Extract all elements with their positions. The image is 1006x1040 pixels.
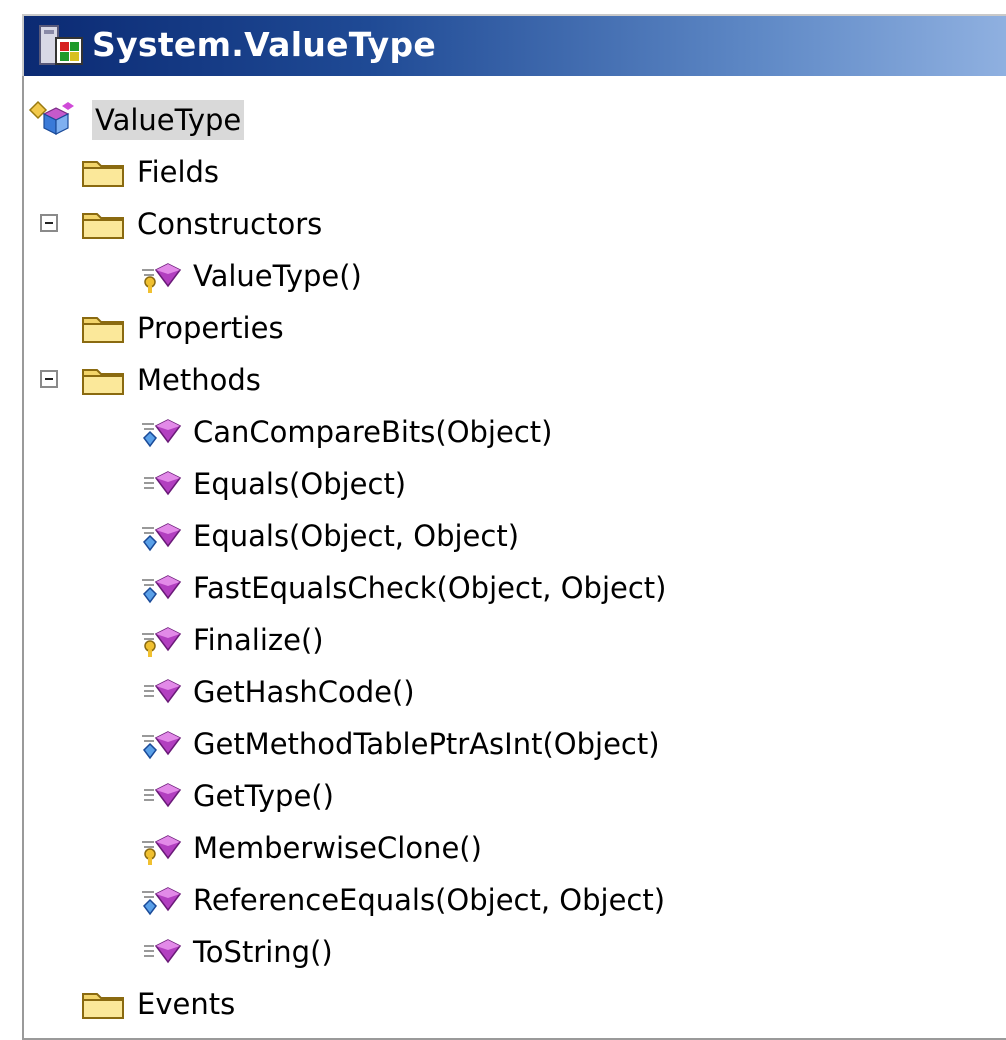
member-tree[interactable]: ValueType Fields Constructors ValueType(…	[22, 76, 1006, 1040]
method-label: GetType()	[193, 779, 334, 813]
tree-item-ctor-valuetype[interactable]: ValueType()	[140, 250, 365, 302]
collapse-methods-toggle[interactable]	[40, 370, 58, 388]
folder-label-constructors: Constructors	[137, 207, 323, 241]
protected-method-icon	[142, 835, 182, 865]
method-label: ToString()	[193, 935, 333, 969]
public-method-icon	[144, 471, 182, 496]
method-label: MemberwiseClone()	[193, 831, 482, 865]
ctor-label: ValueType()	[193, 259, 362, 293]
tree-item-method[interactable]: CanCompareBits(Object)	[140, 406, 555, 458]
method-label: Finalize()	[193, 623, 324, 657]
public-method-icon	[144, 783, 182, 808]
tree-root-valuetype[interactable]: ValueType	[28, 94, 245, 146]
folder-label-events: Events	[137, 987, 236, 1021]
title-bar[interactable]: System.ValueType	[22, 14, 1006, 76]
static-method-icon	[142, 523, 182, 552]
method-label: FastEqualsCheck(Object, Object)	[193, 571, 667, 605]
tree-folder-constructors[interactable]: Constructors	[80, 198, 325, 250]
tree-item-method[interactable]: ToString()	[140, 926, 336, 978]
folder-icon	[82, 369, 124, 395]
static-method-icon	[142, 419, 182, 448]
tree-folder-events[interactable]: Events	[80, 978, 238, 1030]
tree-item-method[interactable]: GetMethodTablePtrAsInt(Object)	[140, 718, 663, 770]
method-label: Equals(Object, Object)	[193, 519, 520, 553]
public-method-icon	[144, 679, 182, 704]
tree-item-method[interactable]: MemberwiseClone()	[140, 822, 485, 874]
tree-item-method[interactable]: GetHashCode()	[140, 666, 418, 718]
static-method-icon	[142, 731, 182, 760]
protected-method-icon	[142, 263, 182, 293]
tree-item-method[interactable]: FastEqualsCheck(Object, Object)	[140, 562, 670, 614]
tree-folder-methods[interactable]: Methods	[80, 354, 264, 406]
method-label: CanCompareBits(Object)	[193, 415, 553, 449]
folder-icon	[82, 213, 124, 239]
tree-item-method[interactable]: ReferenceEquals(Object, Object)	[140, 874, 668, 926]
tree-item-method[interactable]: Finalize()	[140, 614, 327, 666]
folder-icon	[82, 317, 124, 343]
folder-label-properties: Properties	[137, 311, 284, 345]
tree-item-method[interactable]: Equals(Object, Object)	[140, 510, 522, 562]
window-title: System.ValueType	[92, 25, 437, 64]
method-label: Equals(Object)	[193, 467, 407, 501]
folder-label-methods: Methods	[137, 363, 261, 397]
folder-label-fields: Fields	[137, 155, 220, 189]
collapse-constructors-toggle[interactable]	[40, 214, 58, 232]
tree-item-method[interactable]: GetType()	[140, 770, 337, 822]
object-browser-window: System.ValueType ValueType Fields Constr…	[0, 0, 1006, 1040]
public-method-icon	[144, 939, 182, 964]
tree-item-method[interactable]: Equals(Object)	[140, 458, 409, 510]
folder-icon	[82, 161, 124, 187]
class-type-icon	[28, 100, 74, 135]
tree-folder-properties[interactable]: Properties	[80, 302, 287, 354]
tree-folder-fields[interactable]: Fields	[80, 146, 222, 198]
method-label: GetMethodTablePtrAsInt(Object)	[193, 727, 660, 761]
static-method-icon	[142, 887, 182, 916]
method-label: ReferenceEquals(Object, Object)	[193, 883, 666, 917]
static-method-icon	[142, 575, 182, 604]
folder-icon	[82, 993, 124, 1019]
class-icon	[39, 25, 83, 65]
method-label: GetHashCode()	[193, 675, 415, 709]
protected-method-icon	[142, 627, 182, 657]
tree-root-label: ValueType	[92, 100, 245, 140]
